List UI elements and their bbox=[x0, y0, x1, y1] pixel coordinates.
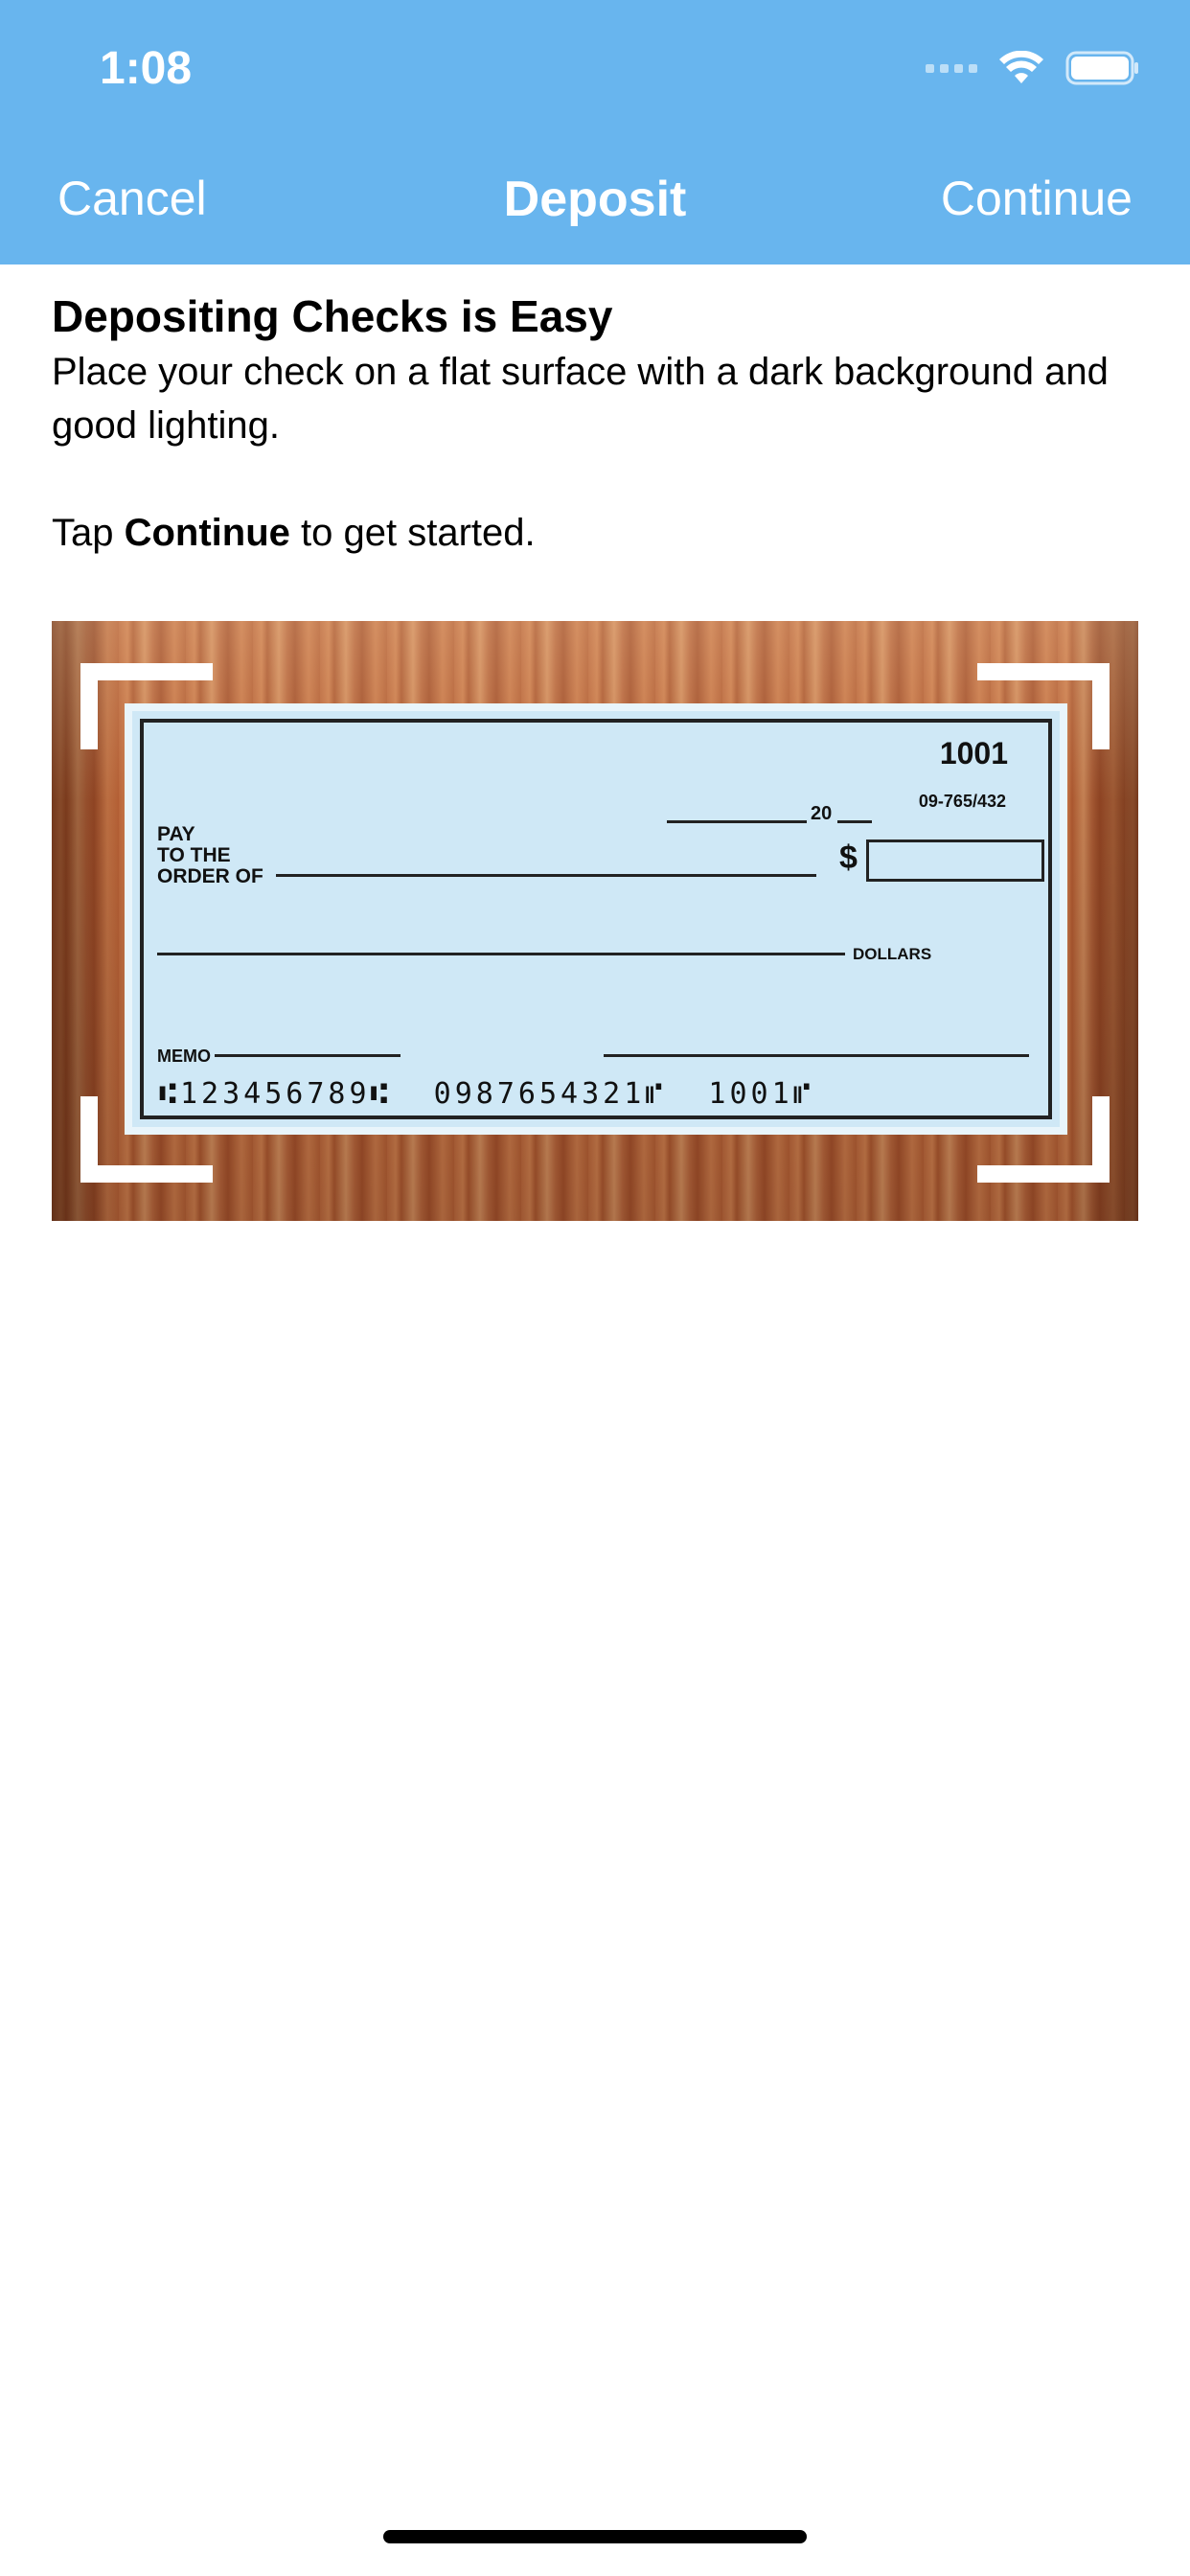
battery-icon bbox=[1065, 51, 1138, 85]
instructions: Depositing Checks is Easy Place your che… bbox=[52, 288, 1144, 560]
amount-words-line bbox=[157, 953, 845, 955]
pay-label: PAY bbox=[157, 823, 195, 845]
tap-prefix: Tap bbox=[52, 512, 125, 554]
to-the-label: TO THE bbox=[157, 844, 231, 866]
check-number: 1001 bbox=[939, 736, 1008, 770]
instructions-heading: Depositing Checks is Easy bbox=[52, 291, 613, 341]
instructions-text: Place your check on a flat surface with … bbox=[52, 351, 1109, 447]
wifi-icon bbox=[999, 51, 1043, 83]
pay-to-label: PAY TO THE ORDER OF bbox=[157, 824, 263, 887]
check-date-year: 20 bbox=[811, 803, 833, 824]
dollars-label: DOLLARS bbox=[853, 945, 932, 963]
tap-continue-text: Tap Continue to get started. bbox=[52, 506, 1144, 560]
dollar-sign: $ bbox=[839, 840, 858, 876]
date-line-end bbox=[837, 820, 872, 823]
navigation-header: 1:08 Cancel Deposit Continue bbox=[0, 0, 1190, 264]
check-face: 1001 09-765/432 20 PAY TO THE ORDER OF $… bbox=[140, 719, 1052, 1119]
tap-suffix: to get started. bbox=[289, 512, 536, 554]
status-time: 1:08 bbox=[100, 43, 193, 94]
cellular-signal-icon bbox=[926, 63, 977, 73]
micr-line: ⑆123456789⑆ 0987654321⑈ 1001⑈ bbox=[159, 1077, 814, 1111]
continue-button[interactable]: Continue bbox=[941, 171, 1133, 226]
amount-box bbox=[866, 840, 1044, 882]
memo-label: MEMO bbox=[157, 1046, 211, 1066]
sample-check: 1001 09-765/432 20 PAY TO THE ORDER OF $… bbox=[125, 703, 1067, 1135]
date-line bbox=[667, 820, 807, 823]
memo-line bbox=[215, 1054, 400, 1057]
tap-bold-continue: Continue bbox=[124, 512, 290, 554]
order-of-label: ORDER OF bbox=[157, 865, 263, 887]
check-routing-fraction: 09-765/432 bbox=[918, 792, 1006, 811]
check-illustration: 1001 09-765/432 20 PAY TO THE ORDER OF $… bbox=[52, 621, 1138, 1221]
payee-line bbox=[276, 874, 816, 877]
signature-line bbox=[604, 1054, 1029, 1057]
home-indicator[interactable] bbox=[383, 2530, 807, 2543]
status-indicators bbox=[926, 50, 1140, 86]
